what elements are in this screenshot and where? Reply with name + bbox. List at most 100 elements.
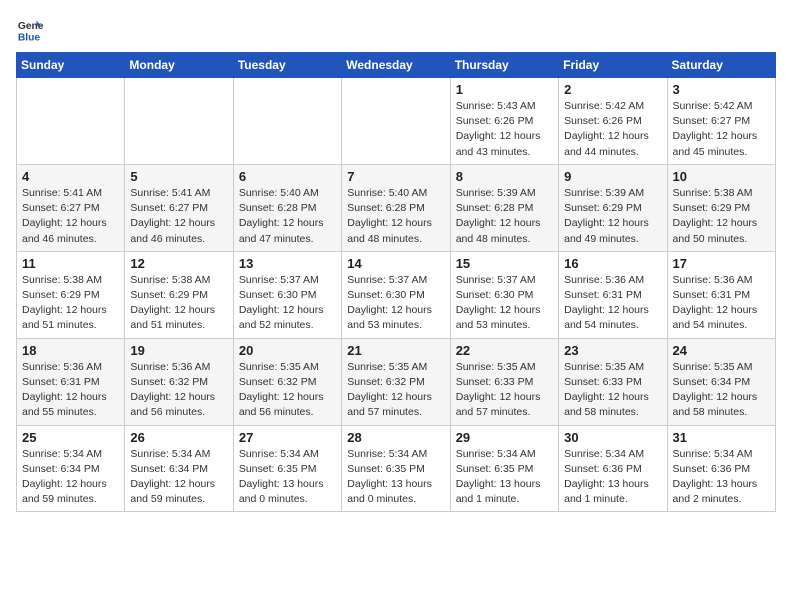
day-detail: Sunrise: 5:43 AM Sunset: 6:26 PM Dayligh… <box>456 99 553 160</box>
calendar-cell: 6Sunrise: 5:40 AM Sunset: 6:28 PM Daylig… <box>233 164 341 251</box>
day-number: 21 <box>347 343 444 358</box>
day-detail: Sunrise: 5:36 AM Sunset: 6:31 PM Dayligh… <box>673 273 770 334</box>
calendar-cell: 13 Sunrise: 5:37 AM Sunset: 6:30 PM Dayli… <box>233 251 341 338</box>
logo: General Blue <box>16 16 44 44</box>
calendar-week-row: 11 Sunrise: 5:38 AM Sunset: 6:29 PM Dayli… <box>17 251 776 338</box>
day-detail: Sunrise: 5:38 AM Sunset: 6:29 PM Dayligh… <box>673 186 770 247</box>
calendar-cell: 9Sunrise: 5:39 AM Sunset: 6:29 PM Daylig… <box>559 164 667 251</box>
day-number: 28 <box>347 430 444 445</box>
calendar-cell: 7 Sunrise: 5:40 AM Sunset: 6:28 PM Daylig… <box>342 164 450 251</box>
day-detail: Sunrise: 5:35 AM Sunset: 6:33 PM Dayligh… <box>564 360 661 421</box>
calendar-cell: 10 Sunrise: 5:38 AM Sunset: 6:29 PM Dayli… <box>667 164 775 251</box>
day-detail: Sunrise: 5:34 AM Sunset: 6:36 PM Dayligh… <box>564 447 661 508</box>
day-number: 11 <box>22 256 119 271</box>
weekday-header: Sunday <box>17 53 125 78</box>
calendar-cell: 16Sunrise: 5:36 AM Sunset: 6:31 PM Dayli… <box>559 251 667 338</box>
day-number: 31 <box>673 430 770 445</box>
day-detail: Sunrise: 5:36 AM Sunset: 6:31 PM Dayligh… <box>564 273 661 334</box>
day-number: 29 <box>456 430 553 445</box>
day-detail: Sunrise: 5:34 AM Sunset: 6:35 PM Dayligh… <box>347 447 444 508</box>
day-detail: Sunrise: 5:36 AM Sunset: 6:31 PM Dayligh… <box>22 360 119 421</box>
day-detail: Sunrise: 5:37 AM Sunset: 6:30 PM Dayligh… <box>456 273 553 334</box>
calendar-cell: 20Sunrise: 5:35 AM Sunset: 6:32 PM Dayli… <box>233 338 341 425</box>
calendar-cell: 29 Sunrise: 5:34 AM Sunset: 6:35 PM Dayli… <box>450 425 558 512</box>
calendar-cell: 8Sunrise: 5:39 AM Sunset: 6:28 PM Daylig… <box>450 164 558 251</box>
day-detail: Sunrise: 5:39 AM Sunset: 6:29 PM Dayligh… <box>564 186 661 247</box>
calendar-cell <box>125 78 233 165</box>
day-number: 17 <box>673 256 770 271</box>
calendar-cell: 19 Sunrise: 5:36 AM Sunset: 6:32 PM Dayli… <box>125 338 233 425</box>
calendar-cell: 1Sunrise: 5:43 AM Sunset: 6:26 PM Daylig… <box>450 78 558 165</box>
day-number: 12 <box>130 256 227 271</box>
day-number: 2 <box>564 82 661 97</box>
day-number: 14 <box>347 256 444 271</box>
day-detail: Sunrise: 5:42 AM Sunset: 6:27 PM Dayligh… <box>673 99 770 160</box>
day-number: 3 <box>673 82 770 97</box>
day-detail: Sunrise: 5:38 AM Sunset: 6:29 PM Dayligh… <box>22 273 119 334</box>
calendar-cell: 28 Sunrise: 5:34 AM Sunset: 6:35 PM Dayli… <box>342 425 450 512</box>
day-detail: Sunrise: 5:41 AM Sunset: 6:27 PM Dayligh… <box>22 186 119 247</box>
day-detail: Sunrise: 5:34 AM Sunset: 6:36 PM Dayligh… <box>673 447 770 508</box>
svg-text:Blue: Blue <box>18 32 41 43</box>
day-detail: Sunrise: 5:35 AM Sunset: 6:34 PM Dayligh… <box>673 360 770 421</box>
weekday-header: Thursday <box>450 53 558 78</box>
day-number: 22 <box>456 343 553 358</box>
day-detail: Sunrise: 5:34 AM Sunset: 6:35 PM Dayligh… <box>239 447 336 508</box>
day-detail: Sunrise: 5:35 AM Sunset: 6:33 PM Dayligh… <box>456 360 553 421</box>
day-detail: Sunrise: 5:41 AM Sunset: 6:27 PM Dayligh… <box>130 186 227 247</box>
day-number: 8 <box>456 169 553 184</box>
calendar-cell: 27 Sunrise: 5:34 AM Sunset: 6:35 PM Dayli… <box>233 425 341 512</box>
header: General Blue <box>16 16 776 44</box>
day-detail: Sunrise: 5:34 AM Sunset: 6:35 PM Dayligh… <box>456 447 553 508</box>
svg-text:General: General <box>18 21 44 32</box>
day-number: 24 <box>673 343 770 358</box>
calendar-week-row: 4 Sunrise: 5:41 AM Sunset: 6:27 PM Daylig… <box>17 164 776 251</box>
day-detail: Sunrise: 5:34 AM Sunset: 6:34 PM Dayligh… <box>22 447 119 508</box>
day-number: 7 <box>347 169 444 184</box>
calendar-week-row: 25 Sunrise: 5:34 AM Sunset: 6:34 PM Dayli… <box>17 425 776 512</box>
day-number: 15 <box>456 256 553 271</box>
day-number: 26 <box>130 430 227 445</box>
calendar-cell: 15 Sunrise: 5:37 AM Sunset: 6:30 PM Dayli… <box>450 251 558 338</box>
calendar: SundayMondayTuesdayWednesdayThursdayFrid… <box>16 52 776 512</box>
calendar-week-row: 1Sunrise: 5:43 AM Sunset: 6:26 PM Daylig… <box>17 78 776 165</box>
day-number: 30 <box>564 430 661 445</box>
calendar-cell: 30 Sunrise: 5:34 AM Sunset: 6:36 PM Dayli… <box>559 425 667 512</box>
weekday-header: Friday <box>559 53 667 78</box>
weekday-header: Wednesday <box>342 53 450 78</box>
calendar-cell: 21 Sunrise: 5:35 AM Sunset: 6:32 PM Dayli… <box>342 338 450 425</box>
calendar-cell <box>233 78 341 165</box>
calendar-cell: 26Sunrise: 5:34 AM Sunset: 6:34 PM Dayli… <box>125 425 233 512</box>
calendar-cell: 23 Sunrise: 5:35 AM Sunset: 6:33 PM Dayli… <box>559 338 667 425</box>
day-detail: Sunrise: 5:38 AM Sunset: 6:29 PM Dayligh… <box>130 273 227 334</box>
day-detail: Sunrise: 5:37 AM Sunset: 6:30 PM Dayligh… <box>239 273 336 334</box>
day-number: 19 <box>130 343 227 358</box>
logo-icon: General Blue <box>16 16 44 44</box>
calendar-cell: 24 Sunrise: 5:35 AM Sunset: 6:34 PM Dayli… <box>667 338 775 425</box>
weekday-header-row: SundayMondayTuesdayWednesdayThursdayFrid… <box>17 53 776 78</box>
day-detail: Sunrise: 5:37 AM Sunset: 6:30 PM Dayligh… <box>347 273 444 334</box>
day-detail: Sunrise: 5:35 AM Sunset: 6:32 PM Dayligh… <box>239 360 336 421</box>
calendar-cell: 3 Sunrise: 5:42 AM Sunset: 6:27 PM Daylig… <box>667 78 775 165</box>
day-number: 27 <box>239 430 336 445</box>
weekday-header: Tuesday <box>233 53 341 78</box>
day-number: 13 <box>239 256 336 271</box>
day-detail: Sunrise: 5:35 AM Sunset: 6:32 PM Dayligh… <box>347 360 444 421</box>
day-number: 10 <box>673 169 770 184</box>
weekday-header: Saturday <box>667 53 775 78</box>
calendar-cell <box>17 78 125 165</box>
day-detail: Sunrise: 5:40 AM Sunset: 6:28 PM Dayligh… <box>239 186 336 247</box>
day-number: 23 <box>564 343 661 358</box>
calendar-cell: 31 Sunrise: 5:34 AM Sunset: 6:36 PM Dayli… <box>667 425 775 512</box>
day-detail: Sunrise: 5:42 AM Sunset: 6:26 PM Dayligh… <box>564 99 661 160</box>
calendar-cell: 12 Sunrise: 5:38 AM Sunset: 6:29 PM Dayli… <box>125 251 233 338</box>
calendar-cell: 25 Sunrise: 5:34 AM Sunset: 6:34 PM Dayli… <box>17 425 125 512</box>
calendar-cell: 22 Sunrise: 5:35 AM Sunset: 6:33 PM Dayli… <box>450 338 558 425</box>
day-number: 25 <box>22 430 119 445</box>
calendar-cell: 2 Sunrise: 5:42 AM Sunset: 6:26 PM Daylig… <box>559 78 667 165</box>
day-detail: Sunrise: 5:36 AM Sunset: 6:32 PM Dayligh… <box>130 360 227 421</box>
day-number: 4 <box>22 169 119 184</box>
calendar-cell: 18Sunrise: 5:36 AM Sunset: 6:31 PM Dayli… <box>17 338 125 425</box>
calendar-cell <box>342 78 450 165</box>
day-detail: Sunrise: 5:40 AM Sunset: 6:28 PM Dayligh… <box>347 186 444 247</box>
